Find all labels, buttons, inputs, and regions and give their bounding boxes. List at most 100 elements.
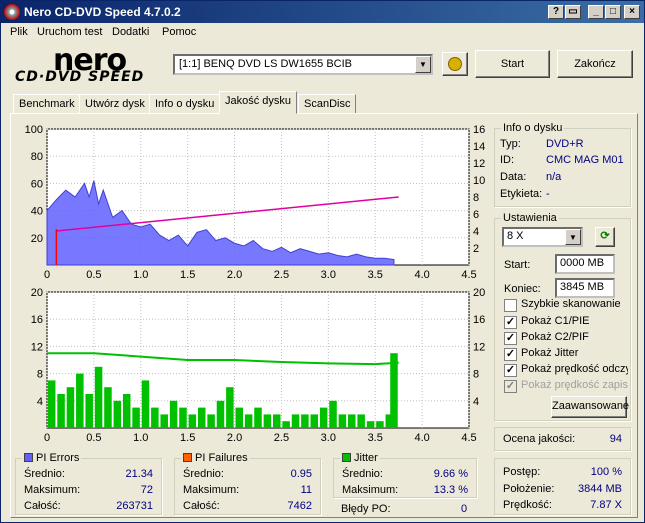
chevron-down-icon[interactable]: ▼ [415,56,431,73]
help-button[interactable]: ? [548,5,564,19]
app-icon [4,4,20,20]
pi-failures-bar [122,394,131,428]
start-input[interactable]: 0000 MB [555,254,615,274]
minimize-button[interactable]: _ [588,5,604,19]
end-input[interactable]: 3845 MB [555,278,615,298]
x-tick-label: 3.0 [321,432,336,444]
maximize-button[interactable]: □ [605,5,621,19]
pi-failures-bar [273,414,281,428]
y-left-tick-label: 80 [31,151,43,163]
show-write-speed-label: Pokaż prędkość zapisu [521,379,628,391]
pi-failures-bar [104,387,112,428]
y-right-tick-label: 2 [473,243,479,255]
exit-button[interactable]: Zakończ [557,50,633,78]
x-tick-label: 1.0 [133,432,148,444]
y-right-tick-label: 10 [473,175,485,187]
drive-select[interactable]: [1:1] BENQ DVD LS DW1655 BCIB ▼ [173,54,433,75]
show-read-speed-checkbox[interactable]: ✓ [504,364,517,377]
pi-failures-avg-label: Średnio: [183,468,224,480]
chevron-down-icon[interactable]: ▼ [565,229,581,245]
x-tick-label: 3.5 [368,432,383,444]
window-title: Nero CD-DVD Speed 4.7.0.2 [24,5,181,19]
x-tick-label: 4.5 [461,432,476,444]
y-left-tick-label: 100 [25,124,43,136]
x-tick-label: 0.5 [86,432,101,444]
close-button[interactable]: × [624,5,640,19]
pi-errors-chart: 0 0.5 1.0 1.5 2.0 2.5 3.0 3.5 4.0 4.5 20 40 60 80 100 2… [25,124,486,281]
refresh-speed-button[interactable]: ⟳ [595,227,615,247]
pi-failures-title-text: PI Failures [195,452,248,464]
pi-failures-bar [282,421,290,428]
x-tick-label: 0 [44,432,50,444]
pi-failures-max-label: Maksimum: [183,484,240,496]
pi-failures-bar [94,366,103,428]
restore-button[interactable]: ▭ [565,5,581,19]
pi-failures-max-value: 11 [300,484,312,496]
show-c2-checkbox[interactable]: ✓ [504,332,517,345]
pi-failures-swatch [183,453,192,462]
show-c1-label: Pokaż C1/PIE [521,315,590,327]
pi-failures-bar [376,421,384,428]
disc-info-group: Info o dysku Typ: DVD+R ID: CMC MAG M01 … [494,122,631,207]
jitter-title: Jitter [340,452,380,464]
pi-errors-avg-value: 21.34 [125,468,153,480]
menu-extras[interactable]: Dodatki [112,26,149,38]
pi-failures-bar [357,414,365,428]
start-button[interactable]: Start [475,50,550,78]
label-value: - [546,188,550,200]
y-right-tick-label: 16 [473,314,485,326]
pi-failures-bar [141,380,150,428]
show-c1-checkbox[interactable]: ✓ [504,316,517,329]
menu-file[interactable]: Plik [10,26,28,38]
advanced-button[interactable]: Zaawansowane [551,396,629,418]
y-left-tick-label: 40 [31,206,43,218]
pi-failures-bar [244,414,253,428]
type-label: Typ: [500,138,521,150]
pi-failures-bar [263,414,272,428]
tab-create-disc[interactable]: Utwórz dysk [79,94,151,114]
show-c2-label: Pokaż C2/PIF [521,331,589,343]
pi-failures-avg-value: 0.95 [290,468,312,480]
x-tick-label: 4.0 [414,269,429,281]
refresh-icon [448,57,462,71]
jitter-max-value: 13.3 % [433,484,468,496]
tab-disc-info[interactable]: Info o dysku [149,94,221,114]
tab-scandisc[interactable]: ScanDisc [298,94,357,114]
pi-failures-bar [338,414,347,428]
pi-errors-swatch [24,453,33,462]
y-left-tick-label: 8 [37,369,43,381]
refresh-drives-button[interactable] [442,52,468,76]
tab-disc-quality[interactable]: Jakość dysku [219,91,298,114]
y-right-tick-label: 14 [473,141,485,153]
y-right-tick-label: 16 [473,124,485,136]
date-value: n/a [546,171,562,183]
pi-failures-bar [319,407,328,428]
menu-help[interactable]: Pomoc [162,26,196,38]
jitter-avg-label: Średnio: [342,468,383,480]
type-value: DVD+R [546,138,584,150]
x-tick-label: 3.0 [321,269,336,281]
quick-scan-checkbox[interactable] [504,299,517,312]
settings-group: Ustawienia 8 X ▼ ⟳ Start: 0000 MB Koniec… [494,212,631,421]
pi-failures-bar [291,414,300,428]
pi-failures-bar [57,394,65,428]
x-tick-label: 0.5 [86,269,101,281]
pi-failures-bar [169,400,178,428]
pi-failures-bar [207,414,215,428]
x-tick-label: 2.0 [227,269,242,281]
quality-group: Ocena jakości: 94 [494,427,631,451]
show-read-speed-label: Pokaż prędkość odczytu [521,363,628,375]
speed-select[interactable]: 8 X ▼ [502,227,583,247]
tab-benchmark[interactable]: Benchmark [13,94,81,114]
pi-failures-total-label: Całość: [183,500,220,512]
pi-errors-title-text: PI Errors [36,452,80,464]
po-errors-value: 0 [461,503,468,515]
y-left-tick-label: 20 [31,233,43,245]
title-bar[interactable]: Nero CD-DVD Speed 4.7.0.2 ? ▭ _ □ × [1,1,644,23]
x-tick-label: 2.5 [274,432,289,444]
show-jitter-checkbox[interactable]: ✓ [504,348,517,361]
pi-failures-bar [188,414,197,428]
menu-run-test[interactable]: Uruchom test [37,26,102,38]
pi-failures-bar [329,400,337,428]
pi-errors-total-label: Całość: [24,500,61,512]
